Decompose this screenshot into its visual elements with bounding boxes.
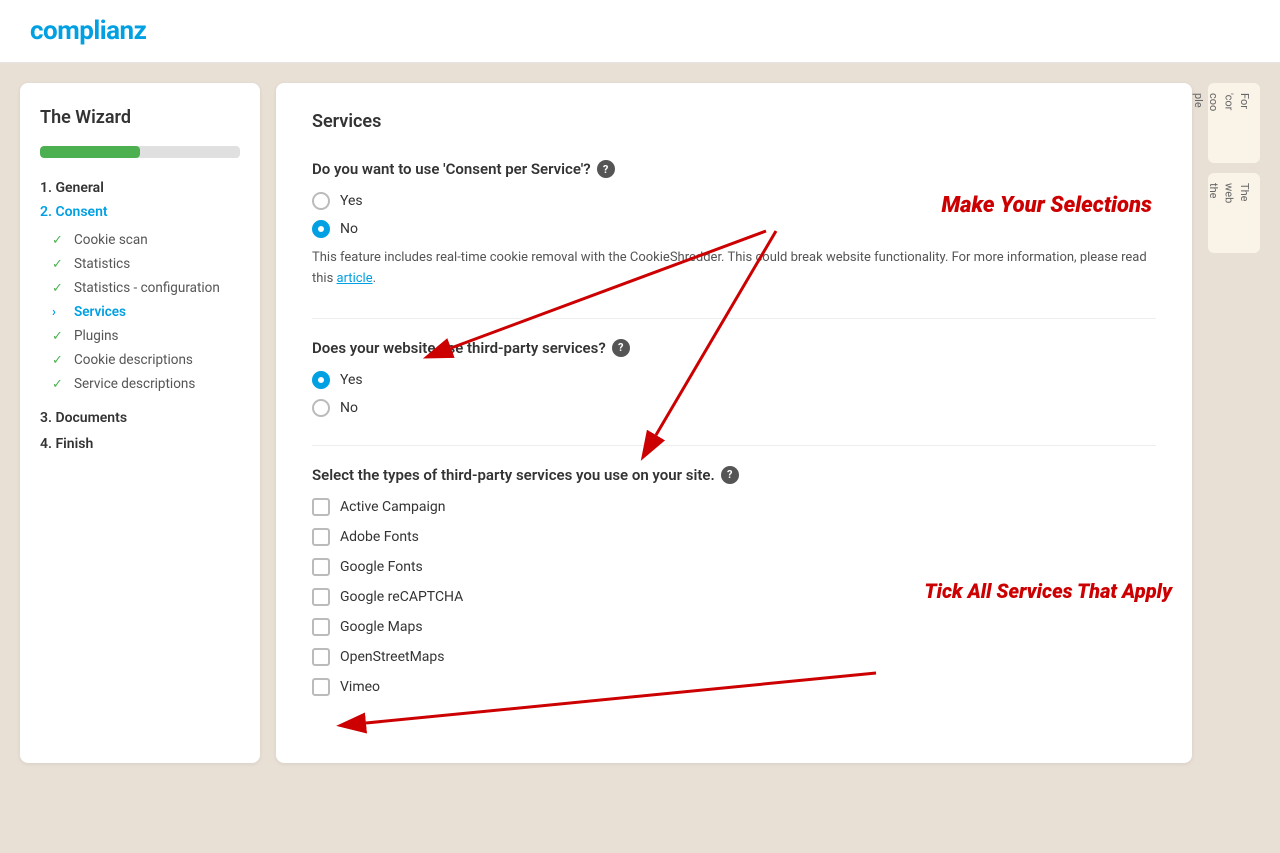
check-icon-cookie-desc: ✓: [52, 353, 66, 368]
checkbox-google-maps[interactable]: Google Maps: [312, 618, 1156, 636]
sidebar: The Wizard 1. General 2. Consent ✓ Cooki…: [20, 83, 260, 763]
checkbox-input-adobe-fonts[interactable]: [312, 528, 330, 546]
sidebar-subsection-consent: ✓ Cookie scan ✓ Statistics ✓ Statistics …: [44, 228, 240, 396]
sidebar-item-service-desc[interactable]: ✓ Service descriptions: [44, 372, 240, 396]
sidebar-item-plugins-label: Plugins: [74, 328, 119, 344]
header: complianz: [0, 0, 1280, 63]
radio-no-1[interactable]: No: [312, 220, 1156, 238]
checkbox-google-fonts[interactable]: Google Fonts: [312, 558, 1156, 576]
question-service-types: Select the types of third-party services…: [312, 466, 1156, 696]
checkbox-adobe-fonts[interactable]: Adobe Fonts: [312, 528, 1156, 546]
question-label-2: Does your website use third-party servic…: [312, 339, 1156, 357]
checkbox-label-google-recaptcha: Google reCAPTCHA: [340, 589, 463, 605]
sidebar-item-statistics[interactable]: ✓ Statistics: [44, 252, 240, 276]
checkbox-input-active-campaign[interactable]: [312, 498, 330, 516]
sidebar-title: The Wizard: [40, 107, 240, 128]
info-link-1[interactable]: article: [337, 271, 373, 286]
sidebar-item-services-label: Services: [74, 304, 126, 320]
question-label-1: Do you want to use 'Consent per Service'…: [312, 160, 1156, 178]
radio-label-no-2: No: [340, 400, 358, 416]
sidebar-item-finish[interactable]: 4. Finish: [40, 436, 240, 452]
progress-bar: [40, 146, 240, 158]
sidebar-item-documents[interactable]: 3. Documents: [40, 410, 240, 426]
question-third-party: Does your website use third-party servic…: [312, 339, 1156, 417]
divider-2: [312, 445, 1156, 446]
main-content: Make Your Selections Tick All Services T…: [276, 83, 1192, 763]
checkbox-active-campaign[interactable]: Active Campaign: [312, 498, 1156, 516]
sidebar-item-statistics-label: Statistics: [74, 256, 130, 272]
checkbox-input-google-fonts[interactable]: [312, 558, 330, 576]
radio-label-yes-2: Yes: [340, 372, 363, 388]
question-text-1: Do you want to use 'Consent per Service'…: [312, 160, 591, 178]
checkbox-label-google-maps: Google Maps: [340, 619, 423, 635]
checkbox-input-openstreetmaps[interactable]: [312, 648, 330, 666]
question-text-2: Does your website use third-party servic…: [312, 339, 606, 357]
checkbox-label-adobe-fonts: Adobe Fonts: [340, 529, 419, 545]
check-icon-service-desc: ✓: [52, 377, 66, 392]
radio-label-no-1: No: [340, 221, 358, 237]
checkbox-label-vimeo: Vimeo: [340, 679, 380, 695]
radio-label-yes-1: Yes: [340, 193, 363, 209]
sidebar-item-cookie-desc[interactable]: ✓ Cookie descriptions: [44, 348, 240, 372]
main-layout: The Wizard 1. General 2. Consent ✓ Cooki…: [0, 63, 1280, 783]
radio-input-no-1[interactable]: [312, 220, 330, 238]
check-icon-statistics: ✓: [52, 257, 66, 272]
divider-1: [312, 318, 1156, 319]
checkbox-input-google-maps[interactable]: [312, 618, 330, 636]
question-label-3: Select the types of third-party services…: [312, 466, 1156, 484]
checkbox-label-google-fonts: Google Fonts: [340, 559, 423, 575]
sidebar-item-consent[interactable]: 2. Consent: [40, 204, 240, 220]
info-text-1: This feature includes real-time cookie r…: [312, 248, 1156, 290]
question-text-3: Select the types of third-party services…: [312, 466, 715, 484]
checkbox-label-active-campaign: Active Campaign: [340, 499, 446, 515]
sidebar-item-service-desc-label: Service descriptions: [74, 376, 195, 392]
check-icon-stats-config: ✓: [52, 281, 66, 296]
radio-yes-1[interactable]: Yes: [312, 192, 1156, 210]
radio-no-2[interactable]: No: [312, 399, 1156, 417]
radio-input-no-2[interactable]: [312, 399, 330, 417]
checkbox-input-google-recaptcha[interactable]: [312, 588, 330, 606]
sidebar-item-statistics-config[interactable]: ✓ Statistics - configuration: [44, 276, 240, 300]
logo: complianz: [30, 16, 146, 46]
help-icon-3[interactable]: ?: [721, 466, 739, 484]
checkbox-vimeo[interactable]: Vimeo: [312, 678, 1156, 696]
help-icon-2[interactable]: ?: [612, 339, 630, 357]
sidebar-item-cookie-scan[interactable]: ✓ Cookie scan: [44, 228, 240, 252]
radio-input-yes-2[interactable]: [312, 371, 330, 389]
help-icon-1[interactable]: ?: [597, 160, 615, 178]
sidebar-item-statistics-config-label: Statistics - configuration: [74, 280, 220, 296]
sidebar-item-plugins[interactable]: ✓ Plugins: [44, 324, 240, 348]
right-panel: For'corcoople Thewebthe: [1208, 83, 1260, 253]
section-title: Services: [312, 111, 1156, 132]
check-icon-plugins: ✓: [52, 329, 66, 344]
right-card-1: For'corcoople: [1208, 83, 1260, 163]
sidebar-item-general[interactable]: 1. General: [40, 180, 240, 196]
progress-bar-fill: [40, 146, 140, 158]
radio-yes-2[interactable]: Yes: [312, 371, 1156, 389]
sidebar-item-cookie-scan-label: Cookie scan: [74, 232, 148, 248]
sidebar-item-services[interactable]: › Services: [44, 300, 240, 324]
checkbox-label-openstreetmaps: OpenStreetMaps: [340, 649, 445, 665]
right-card-2: Thewebthe: [1208, 173, 1260, 253]
arrow-icon-services: ›: [52, 305, 66, 320]
checkbox-openstreetmaps[interactable]: OpenStreetMaps: [312, 648, 1156, 666]
question-consent-per-service: Do you want to use 'Consent per Service'…: [312, 160, 1156, 290]
radio-input-yes-1[interactable]: [312, 192, 330, 210]
checkbox-input-vimeo[interactable]: [312, 678, 330, 696]
checkbox-google-recaptcha[interactable]: Google reCAPTCHA: [312, 588, 1156, 606]
check-icon: ✓: [52, 233, 66, 248]
sidebar-item-cookie-desc-label: Cookie descriptions: [74, 352, 193, 368]
